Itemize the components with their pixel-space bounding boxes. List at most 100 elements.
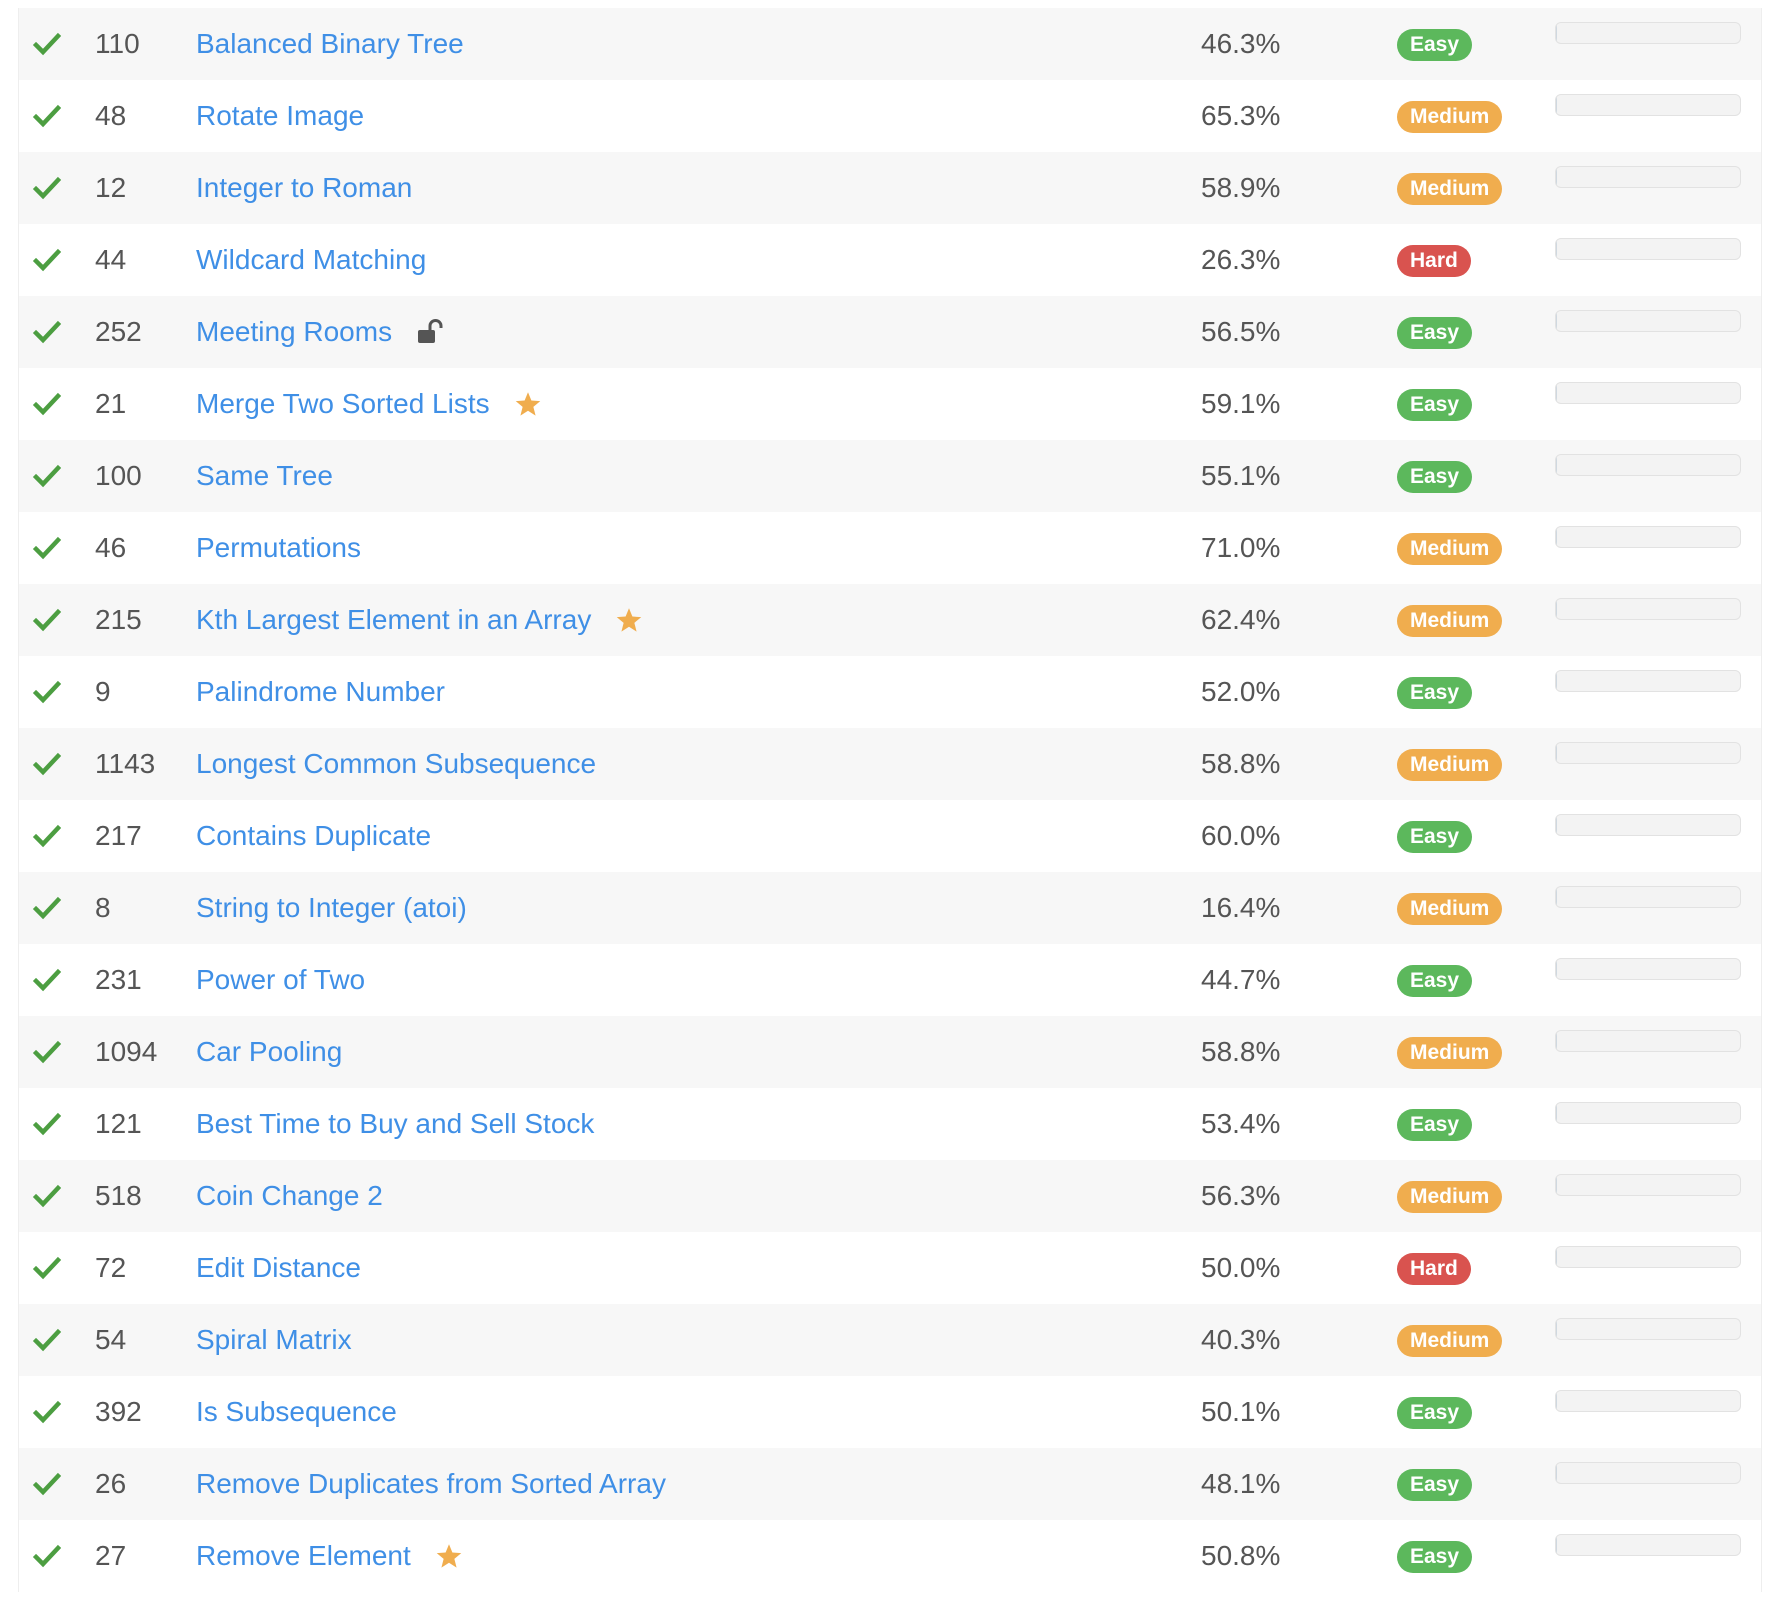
acceptance-rate: 44.7% [1201,964,1281,995]
frequency-bar-fill [1556,743,1557,763]
table-row: 518 Coin Change 2 56.3% Medium [19,1160,1761,1232]
problem-id: 215 [95,604,142,635]
problem-title-link[interactable]: Balanced Binary Tree [196,28,464,60]
table-row: 392 Is Subsequence 50.1% Easy [19,1376,1761,1448]
problem-id: 121 [95,1108,142,1139]
check-icon [32,1544,62,1568]
check-icon [32,752,62,776]
difficulty-badge: Easy [1397,677,1473,709]
difficulty-badge: Medium [1397,101,1503,133]
frequency-bar [1555,22,1741,44]
problem-title-link[interactable]: Edit Distance [196,1252,361,1284]
check-icon [32,968,62,992]
problem-title-link[interactable]: Contains Duplicate [196,820,431,852]
check-icon [32,680,62,704]
frequency-bar [1555,166,1741,188]
difficulty-badge: Medium [1397,893,1503,925]
acceptance-rate: 65.3% [1201,100,1281,131]
problem-title-cell: Spiral Matrix [196,1304,352,1376]
difficulty-badge: Easy [1397,1397,1473,1429]
table-row: 12 Integer to Roman 58.9% Medium [19,152,1761,224]
frequency-bar [1555,1246,1741,1268]
problem-title-cell: Remove Duplicates from Sorted Array [196,1448,666,1520]
problem-id: 9 [95,676,111,707]
check-icon [32,1328,62,1352]
check-icon [32,1472,62,1496]
frequency-bar-fill [1556,1319,1557,1339]
problem-id: 26 [95,1468,127,1499]
unlock-icon [416,319,446,345]
problem-title-link[interactable]: Remove Duplicates from Sorted Array [196,1468,666,1500]
acceptance-rate: 48.1% [1201,1468,1281,1499]
frequency-bar-fill [1556,23,1557,43]
frequency-bar [1555,382,1741,404]
problem-id: 392 [95,1396,142,1427]
problem-title-link[interactable]: Coin Change 2 [196,1180,383,1212]
frequency-bar [1555,1102,1741,1124]
problem-title-link[interactable]: String to Integer (atoi) [196,892,467,924]
problem-id: 54 [95,1324,127,1355]
check-icon [32,896,62,920]
acceptance-rate: 56.3% [1201,1180,1281,1211]
frequency-bar-fill [1556,1247,1557,1267]
problem-title-cell: Same Tree [196,440,333,512]
problem-title-link[interactable]: Spiral Matrix [196,1324,352,1356]
frequency-bar-fill [1556,959,1557,979]
problem-id: 8 [95,892,111,923]
problem-title-link[interactable]: Remove Element [196,1540,411,1572]
table-row: 1094 Car Pooling 58.8% Medium [19,1016,1761,1088]
problem-title-cell: Power of Two [196,944,365,1016]
problem-title-link[interactable]: Same Tree [196,460,333,492]
problem-title-link[interactable]: Rotate Image [196,100,364,132]
problem-title-link[interactable]: Is Subsequence [196,1396,397,1428]
check-icon [32,1040,62,1064]
table-row: 26 Remove Duplicates from Sorted Array 4… [19,1448,1761,1520]
problem-id: 27 [95,1540,127,1571]
problem-title-cell: String to Integer (atoi) [196,872,467,944]
table-row: 9 Palindrome Number 52.0% Easy [19,656,1761,728]
acceptance-rate: 52.0% [1201,676,1281,707]
problem-id: 21 [95,388,127,419]
difficulty-badge: Medium [1397,173,1503,205]
problem-id: 252 [95,316,142,347]
frequency-bar-fill [1556,1463,1557,1483]
frequency-bar-fill [1556,887,1557,907]
difficulty-badge: Medium [1397,605,1503,637]
frequency-bar [1555,454,1741,476]
problem-title-cell: Integer to Roman [196,152,412,224]
difficulty-badge: Medium [1397,749,1503,781]
problem-title-link[interactable]: Best Time to Buy and Sell Stock [196,1108,594,1140]
acceptance-rate: 26.3% [1201,244,1281,275]
problem-title-link[interactable]: Meeting Rooms [196,316,392,348]
table-row: 21 Merge Two Sorted Lists 59.1% Easy [19,368,1761,440]
frequency-bar-fill [1556,239,1557,259]
problem-id: 48 [95,100,127,131]
problem-title-link[interactable]: Longest Common Subsequence [196,748,596,780]
problem-title-link[interactable]: Palindrome Number [196,676,445,708]
acceptance-rate: 50.1% [1201,1396,1281,1427]
problem-title-link[interactable]: Wildcard Matching [196,244,426,276]
table-row: 110 Balanced Binary Tree 46.3% Easy [19,8,1761,80]
problem-id: 1143 [95,748,156,779]
problem-title-link[interactable]: Power of Two [196,964,365,996]
problem-title-link[interactable]: Merge Two Sorted Lists [196,388,490,420]
difficulty-badge: Easy [1397,317,1473,349]
problem-title-cell: Best Time to Buy and Sell Stock [196,1088,594,1160]
table-row: 27 Remove Element 50.8% Easy [19,1520,1761,1592]
table-row: 217 Contains Duplicate 60.0% Easy [19,800,1761,872]
problem-title-link[interactable]: Integer to Roman [196,172,412,204]
problem-id: 217 [95,820,142,851]
check-icon [32,1400,62,1424]
problem-id: 231 [95,964,142,995]
problem-title-cell: Edit Distance [196,1232,361,1304]
table-row: 48 Rotate Image 65.3% Medium [19,80,1761,152]
check-icon [32,536,62,560]
problem-title-link[interactable]: Permutations [196,532,361,564]
problem-title-link[interactable]: Car Pooling [196,1036,342,1068]
problem-title-cell: Contains Duplicate [196,800,431,872]
problem-title-link[interactable]: Kth Largest Element in an Array [196,604,591,636]
problem-id: 110 [95,28,140,59]
problem-title-cell: Permutations [196,512,361,584]
acceptance-rate: 71.0% [1201,532,1281,563]
frequency-bar-fill [1556,95,1557,115]
